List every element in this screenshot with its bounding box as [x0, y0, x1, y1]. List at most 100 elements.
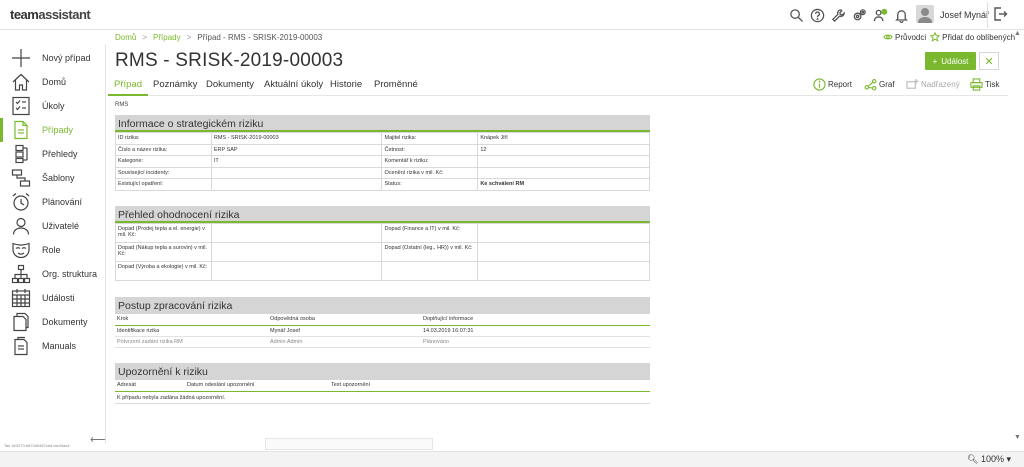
- field-label: Status:: [381, 178, 479, 191]
- sidebar-item-documents[interactable]: Dokumenty: [0, 310, 106, 334]
- sidebar-item-templates[interactable]: Šablony: [0, 166, 106, 190]
- sidebar-item-manuals[interactable]: Manuals: [0, 334, 106, 358]
- section-title: Upozornění k riziku: [115, 363, 650, 380]
- avatar[interactable]: [916, 5, 934, 23]
- table-row: ID rizika: RMS - SRISK-2019-00003 Majite…: [115, 132, 650, 145]
- breadcrumb-home[interactable]: Domů: [115, 33, 136, 42]
- breadcrumb-current: Případ - RMS - SRISK-2019-00003: [197, 33, 323, 42]
- sidebar-item-overviews[interactable]: Přehledy: [0, 142, 106, 166]
- user-approve-icon[interactable]: [870, 5, 891, 26]
- field-label: Četnost:: [381, 143, 479, 156]
- vertical-scrollbar[interactable]: [1014, 31, 1024, 446]
- search-icon[interactable]: [786, 5, 807, 26]
- info-icon: [813, 78, 826, 91]
- sidebar-item-label: Plánování: [42, 197, 83, 207]
- tab-variables[interactable]: Proměnné: [368, 79, 424, 96]
- field-label: Dopad (Prodej tepla a el. energie) v mil…: [115, 223, 212, 243]
- documents-icon: [11, 312, 31, 332]
- zoom-icon: 🔍︎: [967, 454, 979, 464]
- tab-documents[interactable]: Dokumenty: [200, 79, 260, 96]
- sidebar-item-planning[interactable]: Plánování: [0, 190, 106, 214]
- table-header-row: Krok Odpovědná osoba Doplňující informac…: [115, 314, 650, 326]
- field-label: Existující opatření:: [115, 178, 212, 191]
- tab-current-tasks[interactable]: Aktuální úkoly: [258, 79, 329, 96]
- tasks-icon: [11, 96, 31, 116]
- table-row: Identifikace rizika Mynář Josef 14.03.20…: [115, 325, 650, 337]
- table-cell: Mynář Josef: [268, 325, 421, 337]
- field-value: [210, 261, 383, 281]
- sidebar-item-tasks[interactable]: Úkoly: [0, 94, 106, 118]
- sidebar-item-home[interactable]: Domů: [0, 70, 106, 94]
- table-row: Související incidenty: Ocenění rizika v …: [115, 166, 650, 179]
- eye-icon: [883, 34, 893, 40]
- risk-info-table: ID rizika: RMS - SRISK-2019-00003 Majite…: [115, 132, 650, 191]
- collapse-sidebar-icon[interactable]: ⟵: [90, 433, 106, 446]
- table-row: Číslo a název rizika: ERP SAP Četnost: 1…: [115, 143, 650, 156]
- column-header: Odpovědná osoba: [268, 314, 421, 326]
- field-value: [477, 261, 650, 281]
- table-cell: Plánováno: [421, 336, 650, 348]
- tab-history[interactable]: Historie: [324, 79, 368, 96]
- guide-link[interactable]: Průvodci: [883, 32, 926, 42]
- scroll-up-icon[interactable]: ▲: [1014, 30, 1021, 37]
- tab-notes[interactable]: Poznámky: [147, 79, 203, 96]
- sidebar-item-events[interactable]: Události: [0, 286, 106, 310]
- zoom-control[interactable]: 🔍︎ 100% ▾: [967, 454, 1011, 465]
- field-label: Dopad (Ostatní (leg., HR)) v mil. Kč:: [381, 242, 479, 262]
- section-title: Informace o strategickém riziku: [115, 115, 650, 132]
- sidebar-item-users[interactable]: Uživatelé: [0, 214, 106, 238]
- sidebar-item-org-structure[interactable]: Org. struktura: [0, 262, 106, 286]
- table-row: Kategorie: IT Komentář k riziku:: [115, 155, 650, 168]
- calendar-icon: [11, 288, 31, 308]
- report-button[interactable]: Report: [813, 78, 852, 91]
- risk-process-table: Krok Odpovědná osoba Doplňující informac…: [115, 314, 650, 348]
- graph-button[interactable]: Graf: [864, 78, 895, 91]
- status-bar: 🔍︎ 100% ▾: [0, 451, 1024, 467]
- sidebar-item-label: Nový případ: [42, 53, 91, 63]
- tab-case[interactable]: Případ: [108, 79, 148, 96]
- field-value: [210, 166, 383, 179]
- sidebar-item-roles[interactable]: Role: [0, 238, 106, 262]
- column-header: Doplňující informace: [421, 314, 650, 326]
- overview-icon: [11, 144, 31, 164]
- logout-icon[interactable]: [992, 6, 1010, 24]
- sidebar-item-new-case[interactable]: Nový případ: [0, 46, 106, 70]
- gears-icon[interactable]: [849, 5, 870, 26]
- scroll-down-icon[interactable]: ▼: [1014, 434, 1021, 441]
- field-value: [477, 155, 650, 168]
- sidebar-item-label: Přehledy: [42, 149, 78, 159]
- wrench-icon[interactable]: [828, 5, 849, 26]
- field-value: [210, 242, 383, 262]
- page-top-actions: Průvodci Přidat do oblíbených: [883, 32, 1015, 42]
- field-value: 12: [477, 143, 650, 156]
- close-button[interactable]: ✕: [979, 52, 999, 70]
- empty-notifications-message: K případu nebyla zadána žádná upozornění…: [115, 392, 650, 404]
- status-value: Ke schválení RM: [477, 178, 650, 191]
- sidebar-item-label: Uživatelé: [42, 221, 80, 231]
- field-label: Komentář k riziku:: [381, 155, 479, 168]
- manuals-icon: [11, 336, 31, 356]
- sidebar-item-cases[interactable]: Případy: [0, 118, 106, 142]
- plus-icon: +: [932, 56, 938, 66]
- add-event-button[interactable]: + Událost: [925, 52, 976, 70]
- field-value: [210, 223, 383, 243]
- field-label: Číslo a název rizika:: [115, 143, 212, 156]
- breadcrumb-cases[interactable]: Případy: [153, 33, 181, 42]
- teamassistant-logo[interactable]: teamassistant: [10, 7, 91, 22]
- mask-icon: [11, 240, 31, 260]
- field-label: Dopad (Nákup tepla a surovin) v mil. Kč:: [115, 242, 212, 262]
- section-title: Přehled ohodnocení rizika: [115, 206, 650, 223]
- table-header-row: Adresát Datum odeslání upozornění Text u…: [115, 380, 650, 392]
- star-icon: [930, 32, 941, 42]
- graph-icon: [864, 79, 877, 91]
- table-cell: Admin Admin: [268, 336, 421, 348]
- print-button[interactable]: Tisk: [970, 78, 999, 91]
- add-favorite-link[interactable]: Přidat do oblíbených: [930, 32, 1015, 42]
- user-name[interactable]: Josef Mynář: [940, 10, 989, 20]
- field-label: [381, 261, 479, 281]
- field-value: ERP SAP: [210, 143, 383, 156]
- help-icon[interactable]: [807, 5, 828, 26]
- sidebar-item-label: Šablony: [42, 173, 75, 183]
- bell-icon[interactable]: [891, 5, 912, 26]
- home-icon: [11, 72, 31, 92]
